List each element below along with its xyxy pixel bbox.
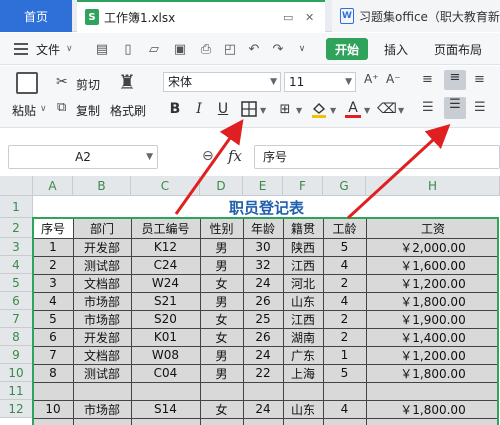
tab-start-label: 开始 [334, 42, 359, 57]
tab-document[interactable]: W 习题集office（职大教育新 [332, 0, 500, 32]
bold-button[interactable]: B [164, 98, 186, 120]
row-header[interactable]: 6 [0, 292, 33, 310]
font-name-value: 宋体 [168, 75, 193, 89]
column-header[interactable]: A [33, 176, 73, 196]
formula-bar: A2 ▼ ⊖ fx 序号 [0, 140, 500, 174]
row-header[interactable]: 7 [0, 310, 33, 328]
tab-start[interactable]: 开始 [326, 38, 368, 60]
fill-pattern-icon[interactable]: ⊞ [274, 98, 296, 120]
save-icon[interactable]: ▤ [94, 42, 110, 57]
tab-home[interactable]: 首页 [0, 0, 72, 32]
column-header[interactable]: H [366, 176, 500, 196]
align-center-icon[interactable]: ☰ [444, 97, 466, 119]
undo-icon[interactable]: ↶ [246, 42, 262, 57]
row-header[interactable]: 4 [0, 256, 33, 274]
format-painter-icon[interactable]: ♜ [118, 70, 136, 94]
chevron-down-icon[interactable]: ▼ [398, 106, 404, 115]
row-header[interactable]: 1 [0, 196, 33, 218]
borders-icon[interactable] [238, 98, 260, 120]
new-file-icon[interactable]: ▯ [120, 42, 136, 57]
align-bottom-icon[interactable]: ≡ [474, 72, 485, 87]
chevron-down-icon[interactable]: ▼ [364, 106, 370, 115]
tab-workbook[interactable]: S 工作簿1.xlsx ▭ ✕ [77, 0, 325, 32]
paste-dropdown-icon[interactable]: ∨ [40, 104, 47, 114]
row-header[interactable]: 5 [0, 274, 33, 292]
row-header[interactable]: 3 [0, 238, 33, 256]
align-right-icon[interactable]: ☰ [474, 100, 486, 115]
align-top-icon[interactable]: ≡ [422, 72, 433, 87]
cut-button[interactable]: 剪切 [76, 76, 100, 93]
font-size-select[interactable]: 11 ▼ [284, 72, 356, 92]
decrease-font-icon[interactable]: A⁻ [386, 72, 401, 86]
chevron-down-icon[interactable]: ▼ [330, 106, 336, 115]
tab-document-label: 习题集office（职大教育新 [359, 9, 500, 24]
align-middle-icon[interactable]: ≡ [444, 70, 466, 90]
chevron-down-icon: ▼ [146, 152, 153, 162]
underline-button[interactable]: U [212, 98, 234, 120]
increase-font-icon[interactable]: A⁺ [364, 72, 379, 86]
align-left-icon[interactable]: ☰ [422, 100, 434, 115]
formula-content: 序号 [263, 150, 288, 164]
scissors-icon[interactable]: ✂ [56, 74, 68, 90]
font-color-swatch [345, 114, 361, 118]
eraser-icon[interactable]: ⌫ [376, 98, 398, 120]
select-all-corner[interactable] [0, 176, 33, 196]
chevron-down-icon[interactable]: ∨ [66, 44, 73, 54]
selection-border [32, 217, 499, 425]
row-header[interactable]: 2 [0, 218, 33, 238]
format-painter-button[interactable]: 格式刷 [110, 102, 146, 119]
chevron-down-icon: ▼ [270, 77, 277, 87]
more-chevron-icon[interactable]: ∨ [294, 42, 310, 57]
chevron-down-icon: ▼ [345, 77, 352, 87]
formula-input[interactable]: 序号 [254, 145, 500, 169]
italic-button[interactable]: I [188, 98, 210, 120]
fx-label[interactable]: fx [228, 147, 242, 165]
row-header[interactable]: 11 [0, 382, 33, 400]
row-header[interactable]: 8 [0, 328, 33, 346]
tab-home-label: 首页 [23, 9, 48, 24]
row-header[interactable]: 12 [0, 400, 33, 418]
column-header[interactable]: B [73, 176, 131, 196]
paste-button[interactable]: 粘贴 [12, 102, 36, 119]
menu-bar: 文件 ∨ ▤ ▯ ▱ ▣ ⎙ ◰ ↶ ↷ ∨ 开始 插入 页面布局 [0, 33, 500, 65]
print-preview-icon[interactable]: ◰ [222, 42, 238, 57]
row-header[interactable]: 10 [0, 364, 33, 382]
paste-icon[interactable] [16, 72, 38, 94]
open-folder-icon[interactable]: ▱ [146, 42, 162, 57]
monitor-icon[interactable]: ▭ [283, 11, 293, 24]
row-header[interactable]: 9 [0, 346, 33, 364]
column-header[interactable]: D [200, 176, 243, 196]
font-name-select[interactable]: 宋体 ▼ [163, 72, 281, 92]
document-icon: W [340, 8, 354, 24]
menu-file[interactable]: 文件 [36, 41, 60, 58]
tab-bar: 首页 S 工作簿1.xlsx ▭ ✕ W 习题集office（职大教育新 [0, 0, 500, 32]
spreadsheet-grid[interactable]: ABCDEFGH 1 2 3 4 5 6 7 8 9 10 11 12 职员登记表 序号 部门 员工编号 性别… [0, 176, 500, 425]
copy-icon[interactable]: ⧉ [57, 100, 66, 115]
export-icon[interactable]: ▣ [172, 42, 188, 57]
copy-button[interactable]: 复制 [76, 102, 100, 119]
column-header[interactable]: E [243, 176, 283, 196]
print-icon[interactable]: ⎙ [198, 42, 214, 57]
chevron-down-icon[interactable]: ▼ [296, 106, 302, 115]
spreadsheet-icon: S [85, 9, 99, 25]
tab-page-layout[interactable]: 页面布局 [434, 41, 482, 58]
font-size-value: 11 [289, 75, 305, 89]
chevron-down-icon[interactable]: ▼ [260, 106, 266, 115]
zoom-icon[interactable]: ⊖ [202, 148, 214, 164]
close-icon[interactable]: ✕ [305, 11, 314, 24]
font-color-button[interactable]: A [342, 98, 364, 120]
column-header[interactable]: F [283, 176, 323, 196]
name-box-value: A2 [75, 150, 91, 164]
column-header[interactable]: C [131, 176, 200, 196]
tab-workbook-label: 工作簿1.xlsx [104, 10, 176, 25]
fill-color-icon[interactable] [308, 98, 330, 120]
font-color-letter: A [348, 99, 358, 116]
hamburger-icon[interactable] [14, 43, 28, 55]
tab-insert[interactable]: 插入 [384, 41, 408, 58]
sheet-title[interactable]: 职员登记表 [33, 196, 500, 218]
redo-icon[interactable]: ↷ [270, 42, 286, 57]
name-box[interactable]: A2 ▼ [8, 145, 158, 169]
column-header[interactable]: G [323, 176, 366, 196]
